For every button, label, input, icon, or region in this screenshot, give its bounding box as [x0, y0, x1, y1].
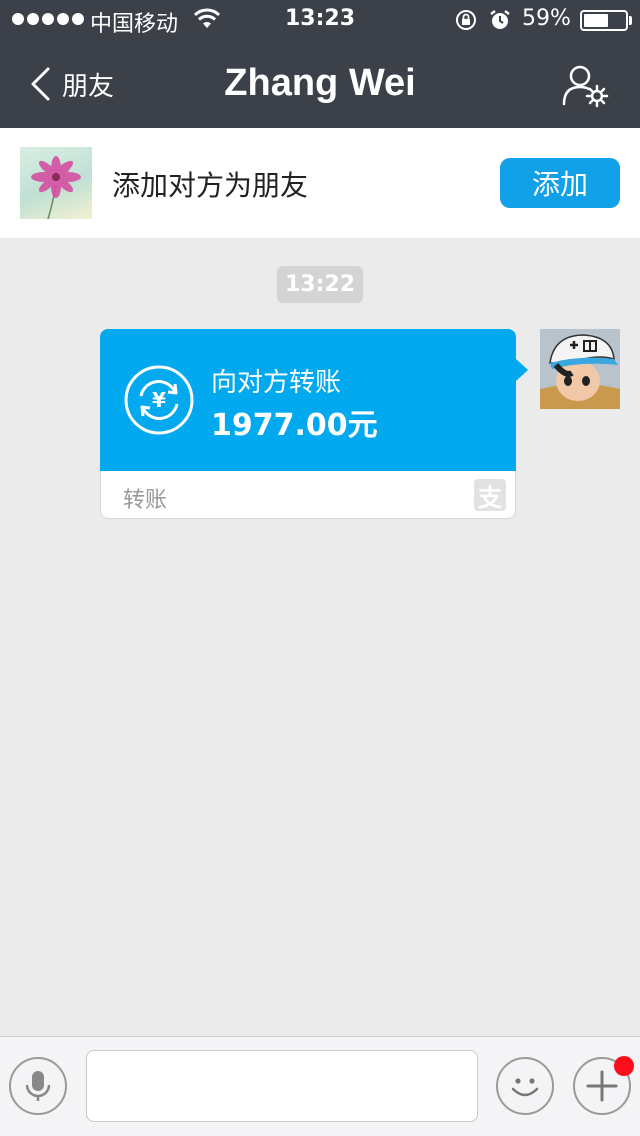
message-text-input[interactable] — [86, 1050, 478, 1122]
add-friend-prompt: 添加对方为朋友 — [112, 169, 309, 202]
transfer-icon: ¥ — [124, 365, 194, 435]
transfer-amount: 1977.00元 — [211, 408, 378, 443]
battery-percent: 59% — [522, 6, 571, 31]
battery-fill — [584, 14, 608, 27]
status-bar: 中国移动 13:23 59% — [0, 0, 640, 40]
alipay-logo-icon: 支 — [474, 479, 506, 512]
cartoon-avatar-image — [540, 329, 620, 409]
flower-image — [31, 156, 81, 219]
transfer-message-card[interactable]: ¥ 向对方转账 1977.00元 转账 支 — [100, 329, 528, 519]
top-bar: 中国移动 13:23 59% 朋友 Zhang Wei — [0, 0, 640, 128]
message-input-bar — [0, 1036, 640, 1136]
currency-symbol: ¥ — [152, 388, 166, 412]
unread-badge — [614, 1056, 634, 1076]
voice-input-button[interactable] — [9, 1057, 67, 1115]
transfer-title: 向对方转账 — [211, 368, 342, 398]
bubble-tail — [516, 359, 528, 381]
add-friend-button[interactable]: 添加 — [500, 158, 620, 208]
rotation-lock-icon — [456, 10, 476, 30]
profile-settings-button[interactable] — [560, 62, 610, 108]
battery-cap — [629, 16, 632, 25]
transfer-footer-label: 转账 — [123, 488, 168, 513]
alarm-icon — [490, 10, 510, 29]
page-title: Zhang Wei — [224, 62, 416, 104]
add-friend-banner: 添加对方为朋友 添加 — [0, 128, 640, 238]
microphone-icon — [25, 1071, 51, 1101]
battery-icon — [580, 10, 628, 31]
my-avatar[interactable] — [540, 329, 620, 409]
smiley-face-icon — [511, 1078, 539, 1097]
user-settings-icon — [562, 65, 609, 108]
emoji-button[interactable] — [496, 1057, 554, 1115]
contact-avatar[interactable] — [20, 147, 92, 219]
message-timestamp: 13:22 — [277, 266, 363, 303]
